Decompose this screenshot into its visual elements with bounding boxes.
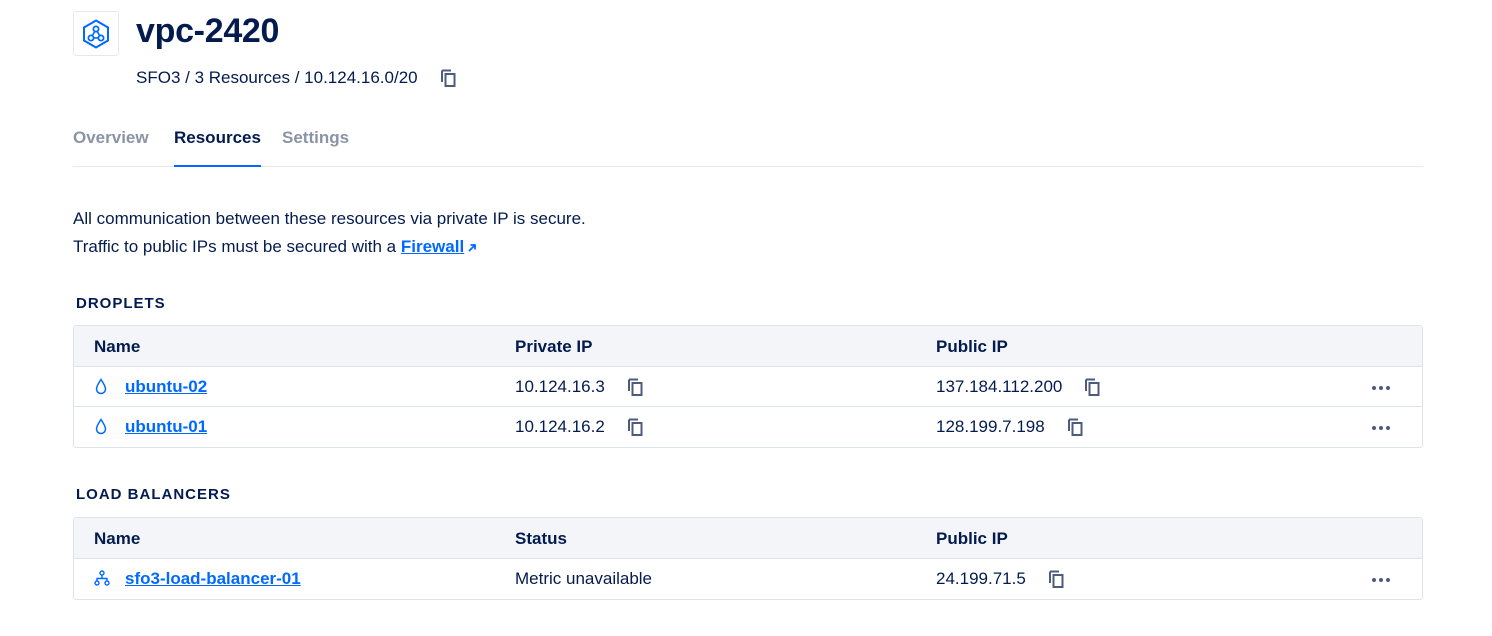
info-line-2-text: Traffic to public IPs must be secured wi…	[73, 237, 401, 256]
more-options-icon[interactable]	[1372, 426, 1390, 430]
table-row: sfo3-load-balancer-01 Metric unavailable…	[74, 559, 1422, 599]
droplet-name-link[interactable]: ubuntu-01	[125, 417, 207, 437]
droplet-icon	[94, 378, 108, 400]
copy-icon[interactable]	[1067, 418, 1083, 436]
private-ip-value: 10.124.16.2	[515, 417, 605, 436]
copy-subnet-icon[interactable]	[440, 69, 456, 87]
security-info: All communication between these resource…	[73, 205, 586, 262]
vpc-subtitle-text: SFO3 / 3 Resources / 10.124.16.0/20	[136, 68, 418, 87]
public-ip-value: 128.199.7.198	[936, 417, 1045, 436]
vpc-subtitle: SFO3 / 3 Resources / 10.124.16.0/20	[136, 68, 456, 88]
tab-overview[interactable]: Overview	[73, 126, 149, 167]
info-line-1: All communication between these resource…	[73, 209, 586, 228]
table-row: ubuntu-01 10.124.16.2 128.199.7.198	[74, 407, 1422, 447]
table-row: ubuntu-02 10.124.16.3 137.184.112.200	[74, 367, 1422, 407]
status-value: Metric unavailable	[515, 569, 653, 588]
column-header-status: Status	[515, 529, 567, 548]
vpc-icon	[73, 11, 119, 56]
tab-settings[interactable]: Settings	[282, 126, 349, 167]
droplets-table: Name Private IP Public IP ubuntu-02 10.1…	[73, 325, 1423, 448]
column-header-name: Name	[94, 529, 141, 548]
column-header-name: Name	[94, 337, 141, 356]
more-options-icon[interactable]	[1372, 578, 1390, 582]
public-ip-value: 24.199.71.5	[936, 569, 1026, 588]
private-ip-value: 10.124.16.3	[515, 377, 605, 396]
copy-icon[interactable]	[1048, 570, 1064, 588]
column-header-public-ip: Public IP	[936, 529, 1008, 548]
public-ip-value: 137.184.112.200	[936, 377, 1063, 396]
table-header: Name Status Public IP	[74, 518, 1422, 559]
load-balancers-section-label: LOAD BALANCERS	[76, 486, 231, 503]
info-line-2: Traffic to public IPs must be secured wi…	[73, 233, 586, 262]
droplet-icon	[94, 418, 108, 440]
column-header-public-ip: Public IP	[936, 337, 1008, 356]
tab-resources[interactable]: Resources	[174, 126, 261, 167]
table-header: Name Private IP Public IP	[74, 326, 1422, 367]
load-balancer-name-link[interactable]: sfo3-load-balancer-01	[125, 569, 301, 589]
copy-icon[interactable]	[627, 418, 643, 436]
droplet-name-link[interactable]: ubuntu-02	[125, 377, 207, 397]
more-options-icon[interactable]	[1372, 386, 1390, 390]
page-title: vpc-2420	[136, 12, 280, 50]
tab-bar: Overview Resources Settings	[73, 126, 1423, 167]
droplets-section-label: DROPLETS	[76, 295, 166, 312]
load-balancers-table: Name Status Public IP sfo3-load-balancer…	[73, 517, 1423, 600]
column-header-private-ip: Private IP	[515, 337, 593, 356]
firewall-link[interactable]: Firewall	[401, 237, 464, 256]
external-link-icon	[467, 234, 477, 262]
copy-icon[interactable]	[1084, 378, 1100, 396]
copy-icon[interactable]	[627, 378, 643, 396]
load-balancer-icon	[94, 570, 110, 591]
